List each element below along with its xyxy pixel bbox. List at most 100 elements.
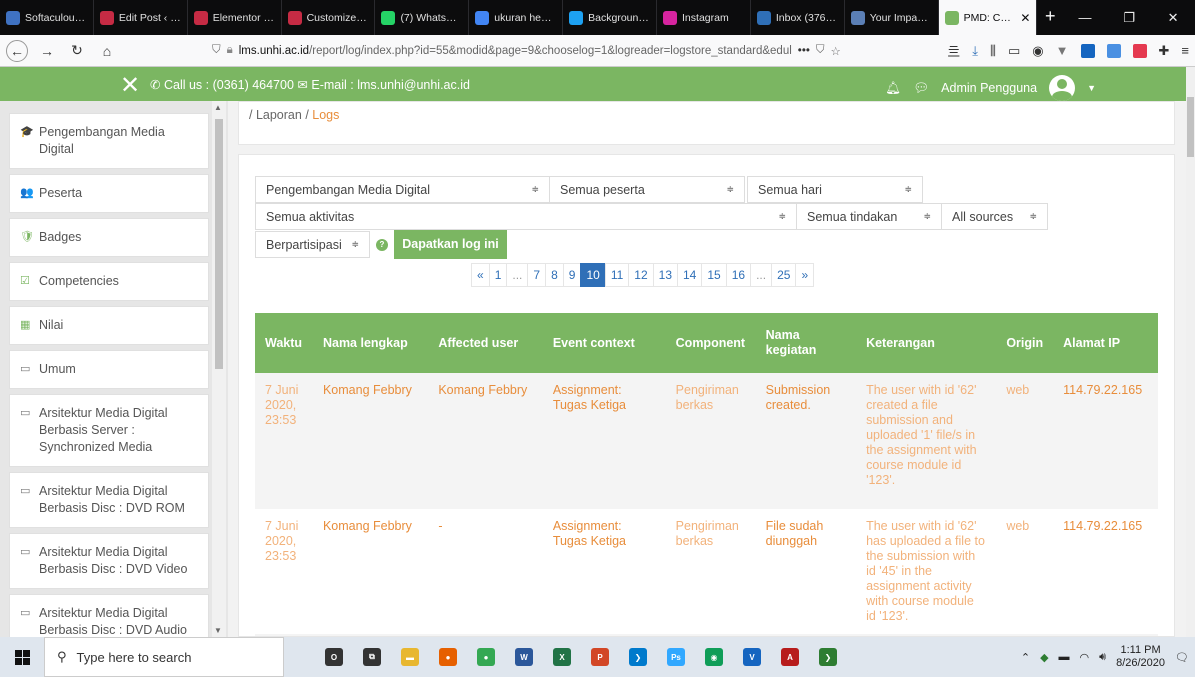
cell-event-name[interactable]: File sudah diunggah [755,509,857,634]
sidebar-toggle-icon[interactable]: ▭ [1008,43,1020,59]
sidebar-item[interactable]: ▦ Nilai [9,306,209,345]
reload-icon[interactable]: ↻ [66,40,88,62]
browser-tab[interactable]: Instagram [657,0,751,35]
cell-full-name[interactable]: Komang Febbry [312,509,429,634]
notification-center-icon[interactable]: 🗨︎ [1175,651,1189,664]
start-button[interactable] [0,637,44,677]
download-icon[interactable]: ⤓ [972,43,978,59]
cell-affected-user[interactable]: Komang Febbry [428,373,543,509]
browser-tab-active[interactable]: PMD: Catat ✕ [938,0,1038,35]
sidebar-item[interactable]: ▭ Arsitektur Media Digital Berbasis Disc … [9,472,209,528]
days-select[interactable]: Semua hari ≑ [747,176,923,203]
sidebar-item[interactable]: ▭ Umum [9,350,209,389]
column-header[interactable]: Nama lengkap [312,313,429,373]
cell-affected-user[interactable]: - [428,509,543,634]
page-actions-icon[interactable]: ••• [798,45,810,57]
tray-overflow-icon[interactable]: ⌃ [1021,651,1030,664]
browser-tab[interactable]: Customize: Do [282,0,376,35]
cell-ip[interactable]: 114.79.22.165 [1053,509,1158,634]
extension-multi-icon[interactable] [1106,43,1121,58]
sidebar-item[interactable]: ▭ Arsitektur Media Digital Berbasis Serve… [9,394,209,467]
translate-icon[interactable]: 亖 [947,41,960,60]
notification-bell-icon[interactable]: 🔔︎ [885,81,901,96]
taskbar-app-file-explorer[interactable]: ▬ [391,637,429,677]
taskbar-clock[interactable]: 1:11 PM 8/26/2020 [1116,644,1165,670]
participants-select[interactable]: Semua peserta ≑ [549,176,745,203]
scroll-down-icon[interactable]: ▼ [214,626,222,635]
cell-event-context[interactable]: Assignment: Tugas Ketiga [542,509,666,634]
get-logs-button[interactable]: Dapatkan log ini [394,230,507,259]
tab-close-icon[interactable]: ✕ [1020,11,1030,25]
menu-icon[interactable]: ≡ [1181,43,1189,58]
cell-ip[interactable]: 114.79.22.165 [1053,373,1158,509]
extension-color-icon[interactable] [1132,43,1147,58]
browser-tab[interactable]: Your Impact | 1 [845,0,939,35]
messages-icon[interactable]: 💬︎ [913,81,929,96]
extension-blue-icon[interactable] [1080,43,1095,58]
taskbar-app-vscode[interactable]: ❯ [619,637,657,677]
page-link[interactable]: 1 [488,263,508,287]
column-header[interactable]: Origin [996,313,1054,373]
taskbar-app-maps[interactable]: ◉ [695,637,733,677]
activities-select[interactable]: Semua aktivitas ≑ [255,203,797,230]
page-link[interactable]: 12 [628,263,654,287]
sidebar-item[interactable]: 👥 Peserta [9,174,209,213]
page-prev-link[interactable]: « [471,263,490,287]
library-icon[interactable]: ⫼ [990,43,996,59]
url-bar[interactable]: ⛉ 🔒︎ lms.unhi.ac.id/report/log/index.php… [206,38,856,64]
pocket-icon[interactable]: ⛉ [816,44,825,57]
taskbar-app-word[interactable]: W [505,637,543,677]
course-select[interactable]: Pengembangan Media Digital ≑ [255,176,550,203]
maximize-button[interactable]: ❐ [1107,0,1151,35]
taskbar-app-firefox[interactable]: ● [429,637,467,677]
tray-app-icon[interactable]: ◆ [1040,651,1048,664]
cell-event-name[interactable]: Submission created. [755,373,857,509]
page-link[interactable]: 7 [527,263,547,287]
sidebar-item[interactable]: ▭ Arsitektur Media Digital Berbasis Disc … [9,533,209,589]
sidebar-item[interactable]: ▭ Arsitektur Media Digital Berbasis Disc … [9,594,209,637]
page-scrollbar[interactable] [1186,67,1195,637]
sidebar-item[interactable]: 🛡 Badges [9,218,209,257]
page-link[interactable]: 25 [771,263,797,287]
taskbar-app-app-arrow[interactable]: ❯ [809,637,847,677]
browser-tab[interactable]: Background Vi [563,0,658,35]
help-icon[interactable]: ? [376,239,388,251]
page-link[interactable]: 16 [725,263,752,287]
home-icon[interactable]: ⌂ [96,40,118,62]
avatar[interactable] [1049,75,1076,101]
column-header[interactable]: Event context [542,313,666,373]
actions-select[interactable]: Semua tindakan ≑ [796,203,942,230]
column-header[interactable]: Keterangan [856,313,997,373]
close-window-button[interactable]: ✕ [1151,0,1195,35]
taskbar-app-photoshop[interactable]: Ps [657,637,695,677]
column-header[interactable]: Nama kegiatan [755,313,857,373]
user-name[interactable]: Admin Pengguna [941,81,1037,95]
taskbar-app-app-v[interactable]: V [733,637,771,677]
sidebar-item[interactable]: ☑ Competencies [9,262,209,301]
column-header[interactable]: Alamat IP [1053,313,1158,373]
taskbar-app-excel[interactable]: X [543,637,581,677]
sidebar-scrollbar-thumb[interactable] [215,119,223,369]
page-link[interactable]: 13 [652,263,678,287]
page-link[interactable]: 11 [604,263,630,287]
column-header[interactable]: Waktu [255,313,313,373]
page-link[interactable]: 9 [562,263,582,287]
back-arrow-icon[interactable]: ← [6,39,28,62]
cell-event-context[interactable]: Assignment: Tugas Ketiga [542,373,666,509]
taskbar-search[interactable]: ⚲ Type here to search [44,637,284,677]
column-header[interactable]: Component [665,313,756,373]
extensions-puzzle-icon[interactable]: ✚ [1159,43,1170,59]
page-link[interactable]: 10 [580,263,606,287]
browser-tab[interactable]: (7) WhatsApp [375,0,470,35]
taskbar-app-chrome[interactable]: ● [467,637,505,677]
minimize-button[interactable]: — [1063,0,1107,35]
cell-full-name[interactable]: Komang Febbry [312,373,429,509]
sidebar-item[interactable]: 🎓 Pengembangan Media Digital [9,113,209,169]
taskbar-app-task-view[interactable]: ⧉ [353,637,391,677]
wifi-icon[interactable]: ◠ [1080,651,1090,664]
breadcrumb-current[interactable]: Logs [312,108,339,122]
browser-tab[interactable]: Elementor | Dc [188,0,282,35]
taskbar-app-app-a[interactable]: A [771,637,809,677]
caret-down-icon[interactable]: ▼ [1087,83,1096,93]
bookmark-star-icon[interactable]: ☆ [831,44,841,58]
